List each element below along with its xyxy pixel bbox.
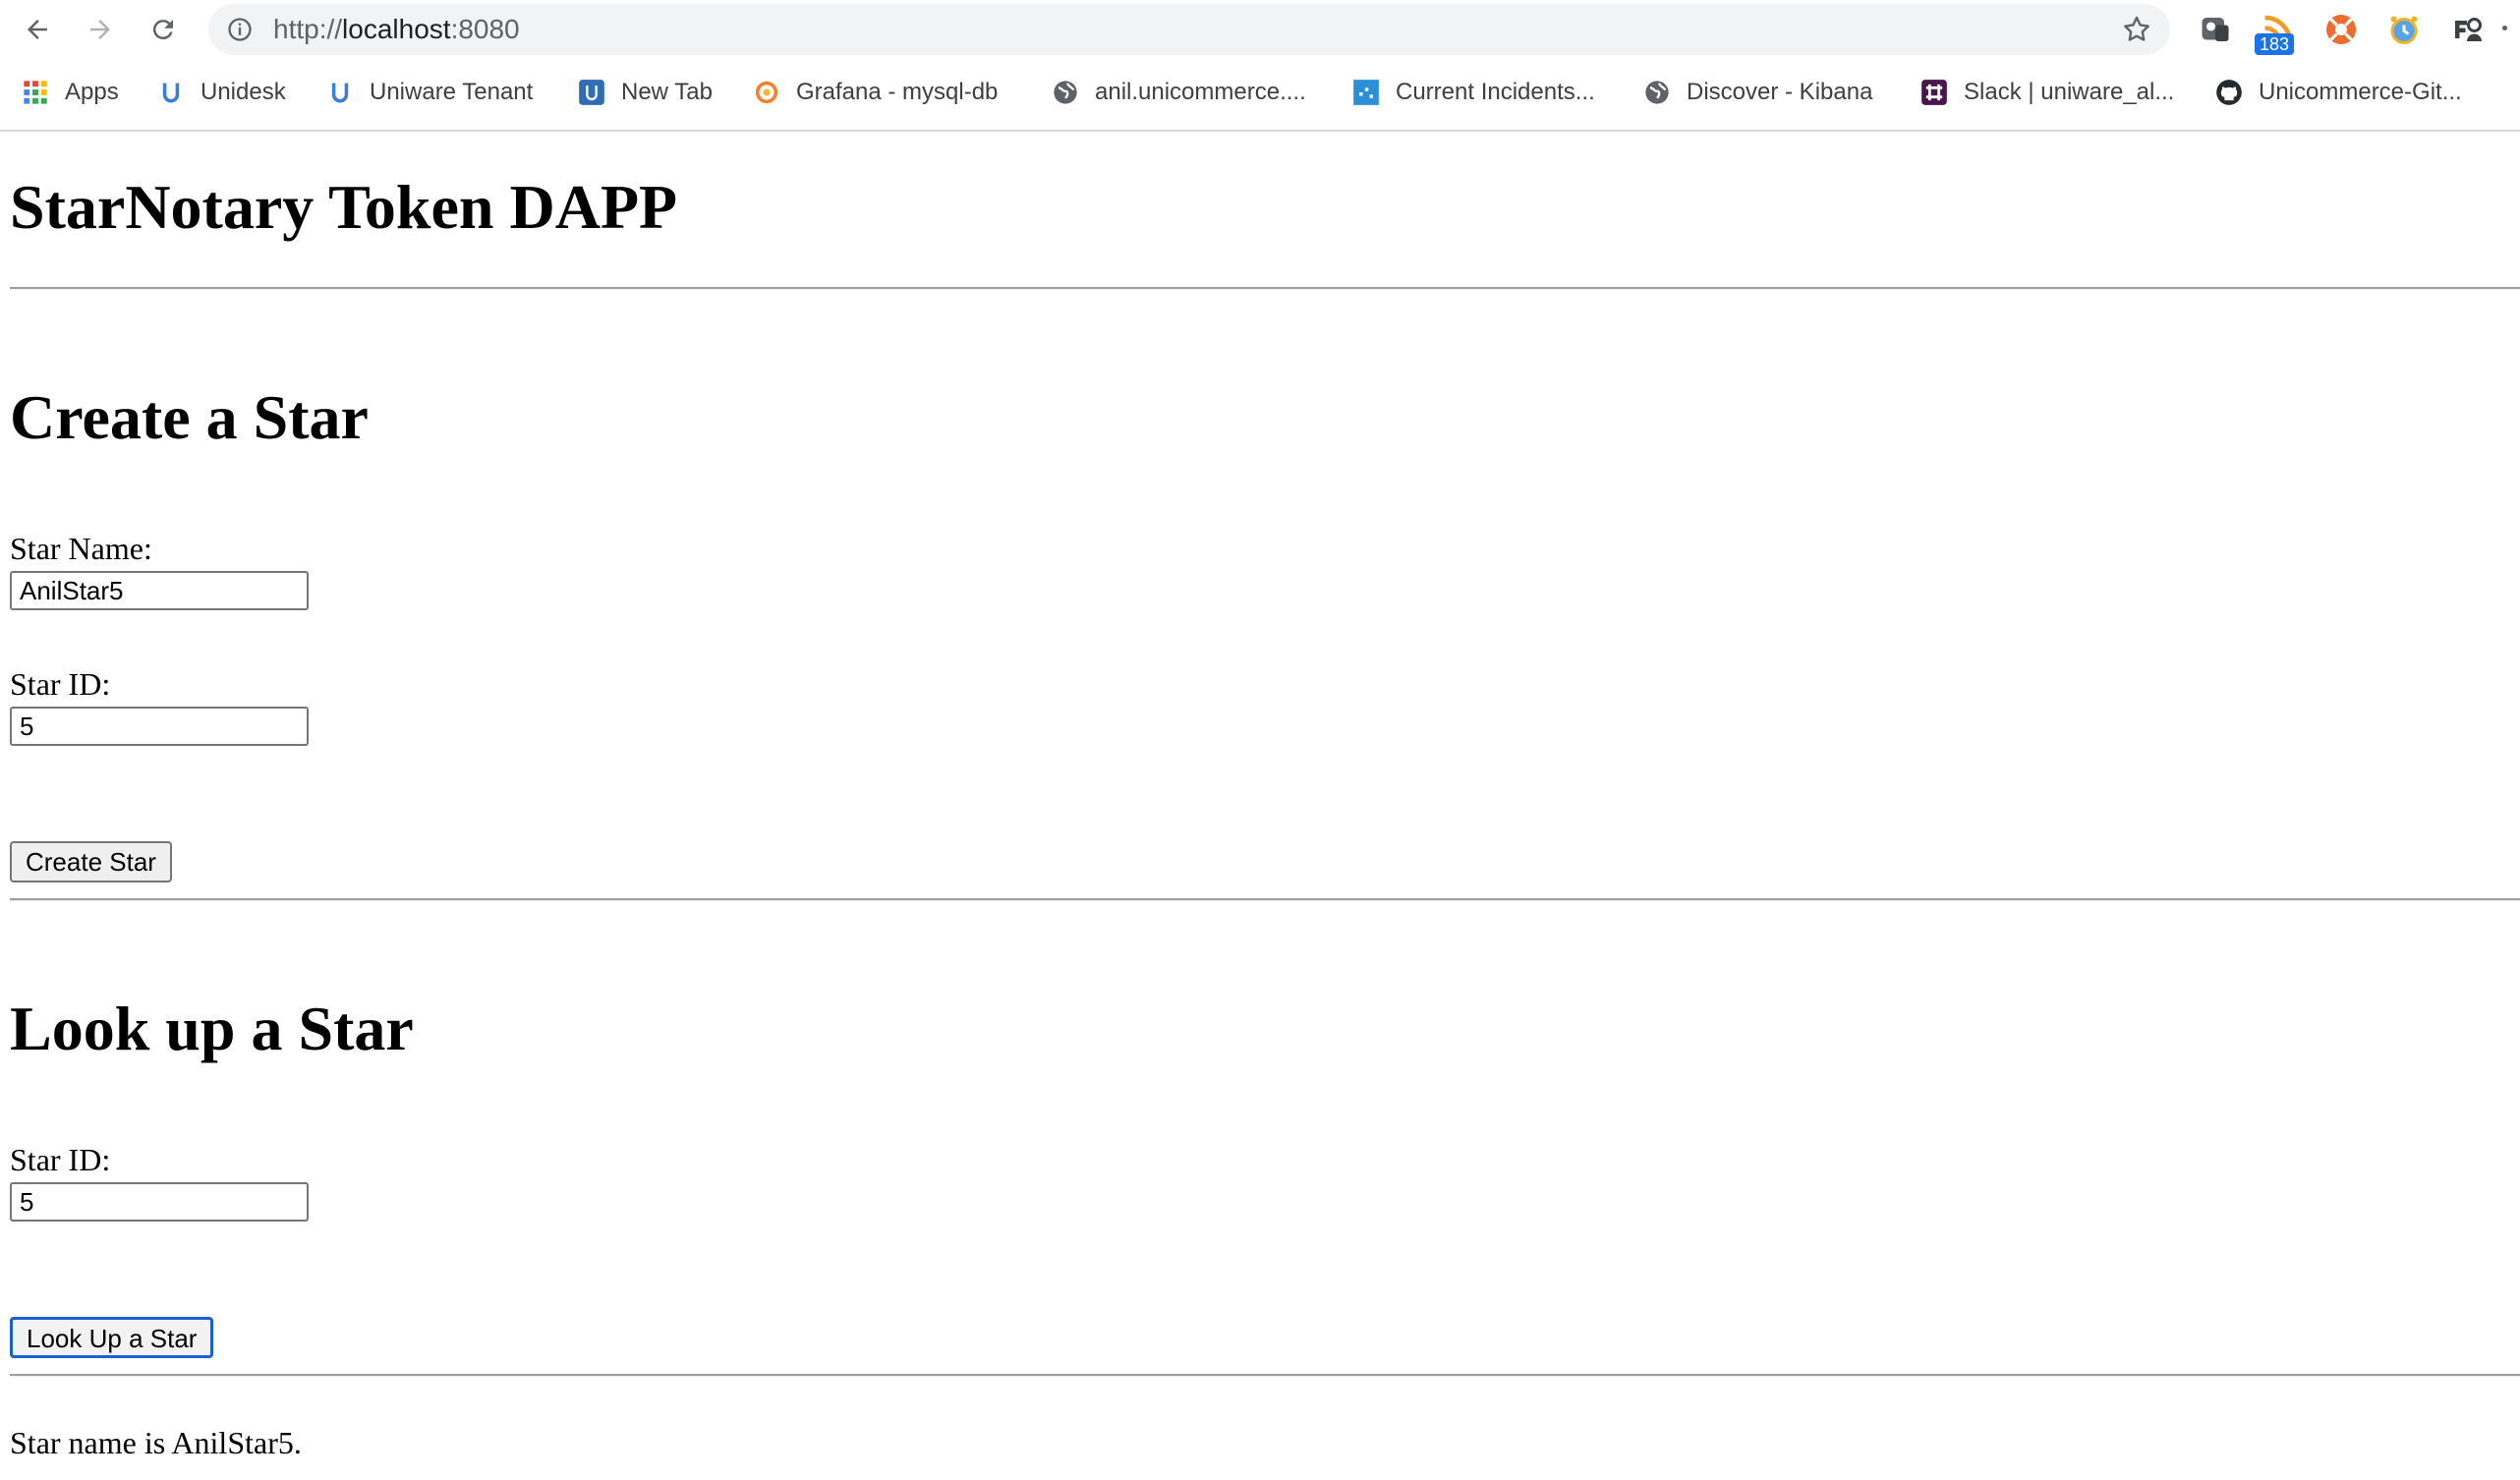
alarm-clock-icon[interactable] [2386, 12, 2422, 47]
extension-puzzle-icon[interactable] [2198, 12, 2233, 47]
apps-grid-icon [24, 81, 47, 104]
user-extension-icon[interactable] [2449, 12, 2485, 47]
divider [10, 898, 2520, 901]
status-message: Star name is AnilStar5. [10, 1425, 302, 1460]
globe-icon [1054, 81, 1077, 104]
star-id-label: Star ID: [10, 666, 111, 702]
uniware-logo-icon [162, 83, 180, 103]
bookmark-label: Uniware Tenant [370, 79, 534, 105]
url-host: localhost [342, 14, 451, 44]
star-id-input[interactable] [10, 707, 309, 746]
divider [10, 287, 2520, 290]
url-port: :8080 [450, 14, 520, 44]
bookmark-label: Discover - Kibana [1687, 79, 1873, 105]
reload-button[interactable] [142, 8, 185, 51]
address-bar[interactable]: http://localhost:8080 [208, 4, 2170, 55]
bookmark-slack[interactable]: Slack | uniware_al... [1920, 71, 2174, 114]
bookmark-label: Apps [65, 79, 119, 105]
reload-icon [152, 20, 173, 40]
arrow-left-icon [28, 20, 47, 39]
create-star-heading: Create a Star [10, 382, 369, 452]
star-name-input[interactable] [10, 571, 309, 610]
bookmark-label: Unidesk [200, 79, 286, 105]
bookmark-unicommerce-github[interactable]: Unicommerce-Git... [2215, 71, 2462, 114]
url-scheme: http:// [273, 14, 343, 44]
github-logo-icon [2216, 80, 2242, 105]
arrow-right-icon [90, 20, 110, 39]
new-tab-logo-icon [579, 80, 604, 105]
bookmark-unidesk[interactable]: Unidesk [157, 71, 286, 114]
incidents-logo-icon [1353, 80, 1379, 105]
star-name-label: Star Name: [10, 531, 152, 566]
bookmark-label: Grafana - mysql-db [796, 79, 999, 105]
back-button[interactable] [16, 8, 59, 51]
feed-count-badge: 183 [2255, 33, 2295, 55]
bookmark-current-incidents[interactable]: Current Incidents... [1352, 71, 1595, 114]
globe-icon [1645, 81, 1669, 104]
lookup-star-button[interactable]: Look Up a Star [10, 1317, 214, 1358]
bookmark-grafana[interactable]: Grafana - mysql-db [753, 71, 998, 114]
bookmark-label: Current Incidents... [1396, 79, 1595, 105]
bookmark-label: Slack | uniware_al... [1964, 79, 2175, 105]
browser-chrome: http://localhost:8080 183 Apps Unidesk U… [0, 0, 2520, 132]
lookup-star-heading: Look up a Star [10, 994, 414, 1063]
lookup-star-id-label: Star ID: [10, 1142, 111, 1177]
bookmark-star-icon[interactable] [2121, 14, 2152, 45]
bookmark-label: Unicommerce-Git... [2259, 79, 2462, 105]
bookmark-label: anil.unicommerce.... [1095, 79, 1306, 105]
uniware-logo-icon [331, 83, 349, 103]
page-content: StarNotary Token DAPP Create a Star Star… [0, 130, 2520, 1480]
bookmark-kibana[interactable]: Discover - Kibana [1643, 71, 1872, 114]
url-text[interactable]: http://localhost:8080 [273, 4, 520, 55]
create-star-button[interactable]: Create Star [10, 841, 172, 882]
bookmark-uniware-tenant[interactable]: Uniware Tenant [326, 71, 533, 114]
page-title: StarNotary Token DAPP [10, 172, 678, 242]
info-icon[interactable] [226, 16, 254, 43]
forward-button[interactable] [79, 8, 122, 51]
bookmarks-bar: Apps Unidesk Uniware Tenant New Tab Graf… [0, 71, 2520, 114]
divider [10, 1374, 2520, 1377]
slack-logo-icon [1921, 80, 1947, 105]
lifebuoy-icon[interactable] [2323, 12, 2359, 47]
lookup-star-id-input[interactable] [10, 1182, 309, 1222]
grafana-logo-icon [755, 81, 778, 104]
bookmark-anil-unicommerce[interactable]: anil.unicommerce.... [1052, 71, 1306, 114]
bookmark-new-tab[interactable]: New Tab [578, 71, 713, 114]
bookmark-label: New Tab [621, 79, 713, 105]
bookmark-apps[interactable]: Apps [22, 71, 119, 114]
menu-overflow-icon[interactable] [2502, 14, 2510, 43]
